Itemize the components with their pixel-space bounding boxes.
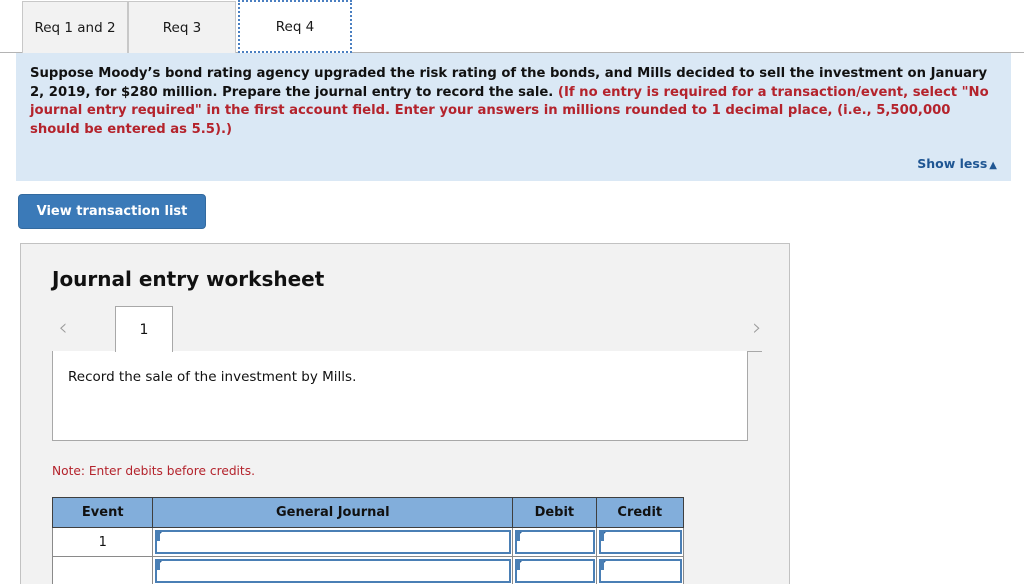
view-transaction-list-button[interactable]: View transaction list [18, 194, 206, 229]
worksheet-page-tab-1[interactable]: 1 [115, 306, 173, 352]
general-journal-cell[interactable] [152, 527, 514, 557]
credit-input[interactable] [598, 530, 682, 554]
column-header-debit: Debit [512, 497, 597, 528]
instruction-panel: Suppose Moody’s bond rating agency upgra… [16, 53, 1011, 181]
credit-input[interactable] [598, 559, 682, 583]
debit-cell[interactable] [512, 556, 597, 584]
tab-label: Req 4 [275, 18, 315, 35]
debit-input[interactable] [515, 559, 595, 583]
chevron-left-icon[interactable]: ‹ [52, 316, 74, 342]
show-less-toggle[interactable]: Show less ▲ [917, 156, 997, 171]
debits-before-credits-note: Note: Enter debits before credits. [52, 464, 255, 478]
worksheet-page-number: 1 [139, 321, 149, 338]
table-header-row: Event General Journal Debit Credit [51, 497, 685, 528]
table-row: 1 [51, 527, 685, 557]
worksheet-prompt-text: Record the sale of the investment by Mil… [68, 369, 357, 385]
worksheet-pager: ‹ 1 › [52, 306, 762, 352]
instruction-text: Suppose Moody’s bond rating agency upgra… [30, 65, 995, 139]
worksheet-title: Journal entry worksheet [52, 267, 325, 291]
show-less-label: Show less [917, 156, 988, 171]
credit-cell[interactable] [595, 527, 685, 557]
tab-label: Req 3 [162, 19, 202, 36]
debit-cell[interactable] [512, 527, 597, 557]
event-number-cell: 1 [51, 527, 154, 557]
journal-entry-worksheet-panel: Journal entry worksheet ‹ 1 › Record the… [20, 243, 790, 584]
general-journal-input[interactable] [155, 559, 512, 583]
debit-input[interactable] [515, 530, 595, 554]
column-header-credit: Credit [595, 497, 685, 528]
tab-req-1-and-2[interactable]: Req 1 and 2 [22, 1, 128, 53]
chevron-right-icon[interactable]: › [746, 316, 768, 342]
caret-up-icon: ▲ [989, 160, 997, 171]
event-number-cell [51, 556, 154, 584]
tab-req-3[interactable]: Req 3 [128, 1, 236, 53]
table-row [51, 556, 685, 584]
general-journal-input[interactable] [155, 530, 512, 554]
requirement-tabs: Req 1 and 2 Req 3 Req 4 [0, 0, 1024, 53]
column-header-event: Event [51, 497, 154, 528]
journal-entry-table: Event General Journal Debit Credit 1 [51, 497, 685, 584]
page-root: Req 1 and 2 Req 3 Req 4 Suppose Moody’s … [0, 0, 1024, 584]
credit-cell[interactable] [595, 556, 685, 584]
tab-label: Req 1 and 2 [34, 19, 116, 36]
tab-req-4[interactable]: Req 4 [238, 0, 352, 53]
general-journal-cell[interactable] [152, 556, 514, 584]
view-transaction-list-label: View transaction list [36, 204, 188, 219]
column-header-general-journal: General Journal [152, 497, 514, 528]
worksheet-prompt-box: Record the sale of the investment by Mil… [52, 351, 748, 441]
